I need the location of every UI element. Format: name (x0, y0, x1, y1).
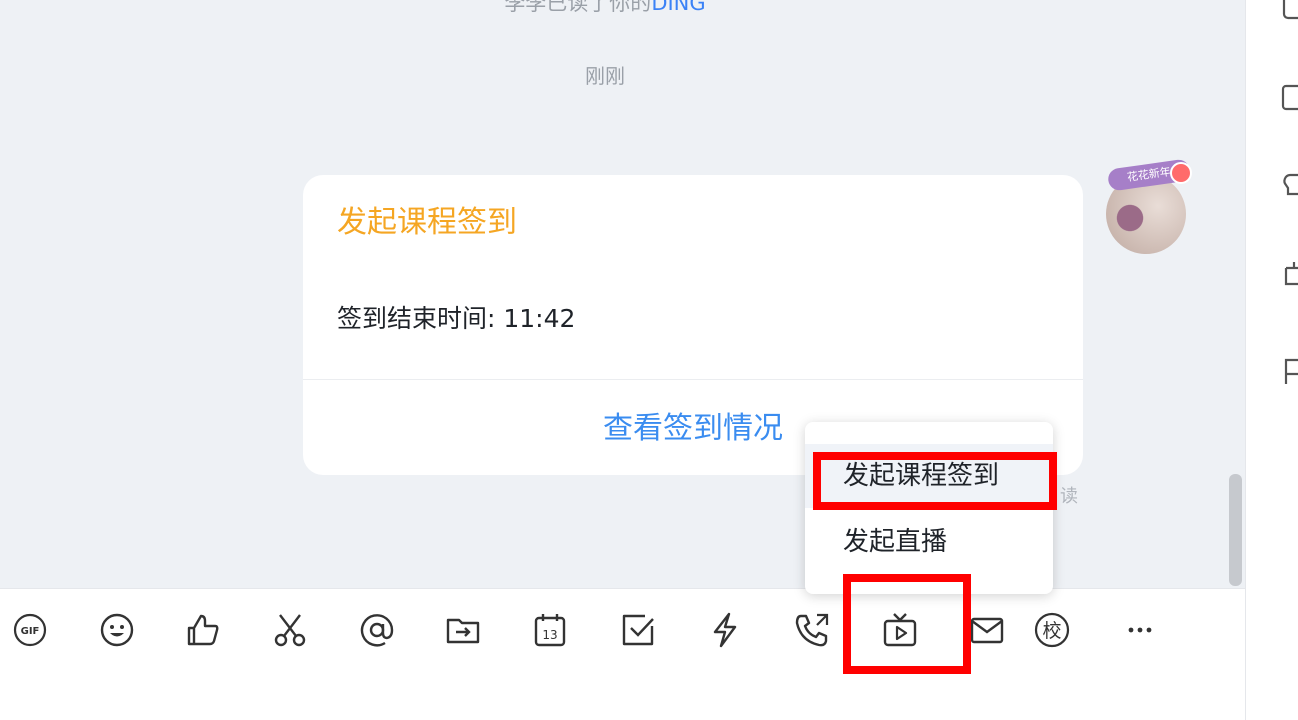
chat-bubble-icon[interactable] (1280, 0, 1298, 28)
live-tv-icon[interactable] (880, 610, 920, 650)
system-notice: 李李已读了你的DING (0, 0, 1210, 17)
flag-icon[interactable] (1280, 356, 1298, 384)
live-popup-menu: 发起课程签到 发起直播 (805, 422, 1053, 594)
gif-label: GIF (21, 626, 40, 637)
school-char: 校 (1042, 620, 1061, 642)
gif-icon[interactable]: GIF (10, 610, 50, 650)
phone-callback-icon[interactable] (792, 610, 832, 650)
chat-scrollbar[interactable] (1229, 474, 1242, 586)
menu-item-start-checkin[interactable]: 发起课程签到 (805, 444, 1053, 508)
calendar-icon[interactable]: 13 (530, 610, 570, 650)
avatar-status-dot (1170, 162, 1192, 184)
school-icon[interactable]: 校 (1032, 610, 1072, 650)
message-toolbar (0, 588, 1245, 720)
checkin-end-time: 签到结束时间: 11:42 (337, 304, 576, 333)
document-icon[interactable] (1280, 84, 1298, 112)
bulb-icon[interactable] (1280, 172, 1298, 200)
system-notice-text: 李李已读了你的 (504, 0, 652, 15)
right-side-panel (1246, 0, 1298, 720)
file-transfer-icon[interactable] (443, 610, 483, 650)
emoji-icon[interactable] (97, 610, 137, 650)
task-check-icon[interactable] (618, 610, 658, 650)
thumbs-up-icon[interactable] (183, 610, 223, 650)
flash-icon[interactable] (705, 610, 745, 650)
card-divider (303, 379, 1083, 380)
bag-icon[interactable] (1280, 258, 1298, 286)
scissors-icon[interactable] (270, 610, 310, 650)
calendar-day: 13 (542, 628, 557, 642)
ding-label: DING (651, 0, 706, 15)
card-title: 发起课程签到 (337, 205, 517, 240)
message-timestamp: 刚刚 (585, 64, 625, 88)
chat-area: 李李已读了你的DING 刚刚 发起课程签到 签到结束时间: 11:42 查看签到… (0, 0, 1245, 588)
at-icon[interactable] (357, 610, 397, 650)
mail-icon[interactable] (967, 610, 1007, 650)
more-icon[interactable] (1120, 610, 1160, 650)
read-status: 读 (1060, 486, 1078, 507)
menu-item-start-live[interactable]: 发起直播 (805, 510, 1053, 574)
